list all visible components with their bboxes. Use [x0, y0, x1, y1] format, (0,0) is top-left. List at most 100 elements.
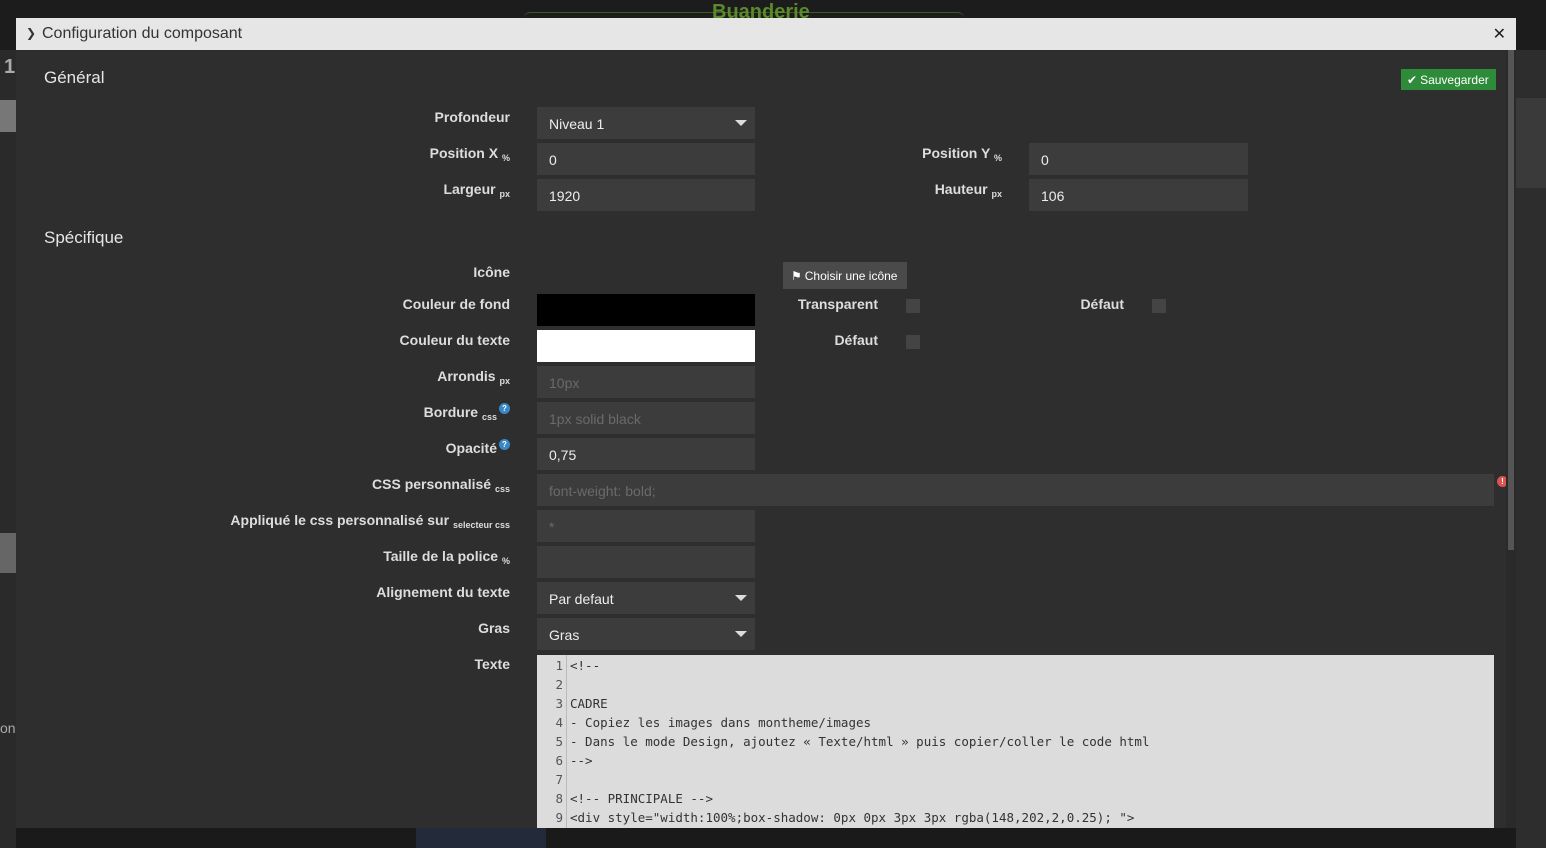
custom-css-label: CSS personnalisé css — [16, 476, 510, 494]
opacity-input[interactable]: 0,75 — [537, 438, 755, 470]
choose-icon-button[interactable]: ⚑ Choisir une icône — [783, 262, 907, 289]
height-unit: px — [991, 189, 1002, 199]
radius-input[interactable]: 10px — [537, 366, 755, 398]
code-line[interactable]: 8 <!-- PRINCIPALE --> — [537, 791, 1494, 810]
text-default-label: Défaut — [834, 332, 878, 348]
text-align-label-text: Alignement du texte — [376, 584, 510, 600]
text-default-checkbox[interactable] — [906, 335, 920, 349]
code-line-number: 7 — [555, 772, 563, 787]
background-left-block — [0, 533, 16, 573]
bold-label-text: Gras — [478, 620, 510, 636]
icon-label: Icône — [16, 264, 510, 280]
modal-body: Général ✔ Sauvegarder Profondeur Niveau … — [16, 50, 1508, 828]
background-left-panel: 1 on — [0, 50, 16, 848]
depth-label: Profondeur — [16, 109, 510, 125]
modal-scrollbar[interactable] — [1506, 50, 1516, 828]
apply-css-unit: selecteur css — [452, 520, 510, 530]
code-line[interactable]: 1 <!-- — [537, 658, 1494, 677]
code-line[interactable]: 4 - Copiez les images dans montheme/image… — [537, 715, 1494, 734]
text-color-picker[interactable] — [537, 330, 755, 362]
code-line[interactable]: 3 CADRE — [537, 696, 1494, 715]
code-line-text: <!-- PRINCIPALE --> — [570, 791, 713, 806]
posx-label-text: Position X — [429, 145, 499, 161]
code-line[interactable]: 2 — [537, 677, 1494, 696]
width-label: Largeur px — [16, 181, 510, 199]
radius-placeholder: 10px — [549, 375, 580, 391]
code-line-text: <!-- — [570, 658, 601, 673]
html-code-editor[interactable]: 1 <!-- 2 3 CADRE 4 - Copiez les images dans mo… — [537, 655, 1494, 828]
text-align-value: Par defaut — [549, 591, 614, 607]
custom-css-input[interactable]: font-weight: bold; — [537, 474, 1494, 506]
code-line[interactable]: 9 <div style="width:100%;box-shadow: 0px … — [537, 810, 1494, 828]
custom-css-label-text: CSS personnalisé — [372, 476, 492, 492]
height-value: 106 — [1041, 188, 1065, 204]
background-left-block — [0, 100, 16, 132]
text-align-label: Alignement du texte — [16, 584, 510, 600]
background-right-block — [1516, 98, 1546, 188]
code-line-number: 3 — [555, 696, 563, 711]
save-button-label: Sauvegarder — [1420, 72, 1489, 87]
posy-unit: % — [993, 153, 1002, 163]
modal-title: Configuration du composant — [42, 25, 243, 42]
background-bottom-strip — [16, 828, 1516, 848]
apply-css-label: Appliqué le css personnalisé sur selecte… — [16, 512, 510, 530]
posy-input[interactable]: 0 — [1029, 143, 1248, 175]
background-left-number: 1 — [4, 56, 16, 78]
chevron-right-icon: ❯ — [26, 26, 37, 40]
font-size-input[interactable] — [537, 546, 755, 578]
code-line[interactable]: 6 --> — [537, 753, 1494, 772]
code-line-number: 8 — [555, 791, 563, 806]
scrollbar-thumb[interactable] — [1508, 50, 1514, 550]
code-line[interactable]: 7 — [537, 772, 1494, 791]
help-icon[interactable]: ? — [499, 439, 510, 450]
apply-css-input[interactable]: * — [537, 510, 755, 542]
choose-icon-button-label: Choisir une icône — [804, 268, 898, 283]
posy-label: Position Y % — [796, 145, 1002, 163]
bg-color-label: Couleur de fond — [16, 296, 510, 312]
height-label-text: Hauteur — [934, 181, 988, 197]
radius-unit: px — [499, 376, 510, 386]
section-general-heading: Général — [44, 68, 105, 87]
code-line-number: 5 — [555, 734, 563, 749]
custom-css-unit: css — [494, 484, 510, 494]
width-value: 1920 — [549, 188, 581, 204]
border-input[interactable]: 1px solid black — [537, 402, 755, 434]
code-line[interactable]: 5 - Dans le mode Design, ajoutez « Texte/… — [537, 734, 1494, 753]
transparent-checkbox[interactable] — [906, 299, 920, 313]
width-input[interactable]: 1920 — [537, 179, 755, 211]
text-align-select[interactable]: Par defaut — [537, 582, 755, 614]
text-label: Texte — [16, 656, 510, 672]
depth-select-value: Niveau 1 — [549, 116, 605, 132]
code-line-text: - Copiez les images dans montheme/images — [570, 715, 872, 730]
help-icon[interactable]: ? — [499, 403, 510, 414]
radius-label: Arrondis px — [16, 368, 510, 386]
bold-select[interactable]: Gras — [537, 618, 755, 650]
bg-default-label: Défaut — [1080, 296, 1124, 312]
icon-label-text: Icône — [473, 264, 510, 280]
code-line-number: 4 — [555, 715, 563, 730]
height-label: Hauteur px — [796, 181, 1002, 199]
check-icon: ✔ — [1407, 72, 1418, 87]
close-icon[interactable]: ✕ — [1493, 24, 1506, 44]
font-size-unit: % — [501, 556, 510, 566]
bg-default-checkbox[interactable] — [1152, 299, 1166, 313]
background-bottom-block — [416, 828, 546, 848]
opacity-value: 0,75 — [549, 447, 577, 463]
apply-css-label-text: Appliqué le css personnalisé sur — [230, 512, 450, 528]
bg-color-label-text: Couleur de fond — [402, 296, 510, 312]
depth-label-text: Profondeur — [434, 109, 510, 125]
transparent-label: Transparent — [797, 296, 878, 312]
custom-css-placeholder: font-weight: bold; — [549, 483, 656, 499]
radius-label-text: Arrondis — [437, 368, 496, 384]
posx-input[interactable]: 0 — [537, 143, 755, 175]
depth-select[interactable]: Niveau 1 — [537, 107, 755, 139]
height-input[interactable]: 106 — [1029, 179, 1248, 211]
code-line-number: 2 — [555, 677, 563, 692]
bold-value: Gras — [549, 627, 580, 643]
bg-color-picker[interactable] — [537, 294, 755, 326]
border-label: Bordure css? — [16, 403, 510, 422]
save-button[interactable]: ✔ Sauvegarder — [1401, 69, 1496, 90]
code-line-number: 1 — [555, 658, 563, 673]
width-unit: px — [499, 189, 510, 199]
bold-label: Gras — [16, 620, 510, 636]
